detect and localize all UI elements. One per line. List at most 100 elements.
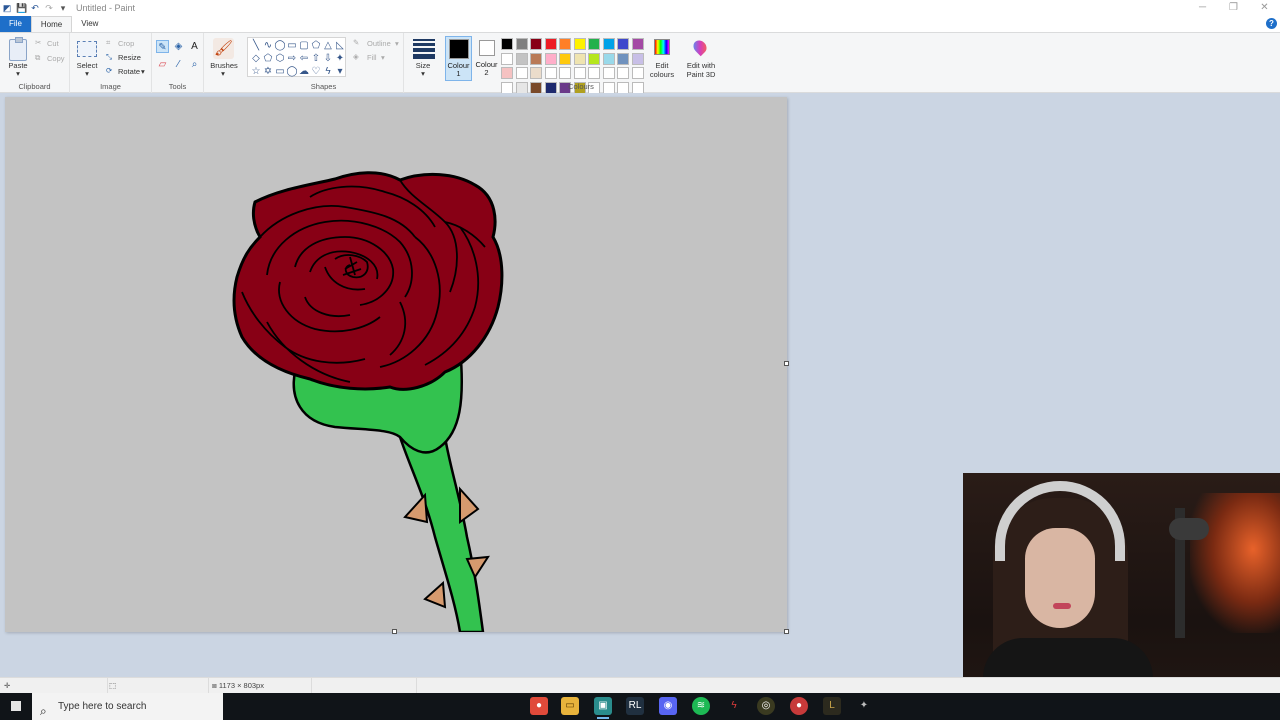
- file-explorer-icon[interactable]: ▭: [561, 697, 579, 715]
- palette-swatch[interactable]: [544, 67, 557, 79]
- taskbar-search[interactable]: ⌕ Type here to search: [32, 693, 223, 720]
- palette-swatch[interactable]: [501, 67, 513, 79]
- palette-swatch[interactable]: [631, 52, 644, 65]
- tab-file[interactable]: File: [0, 16, 31, 32]
- palette-swatch[interactable]: [602, 67, 615, 79]
- palette-swatch[interactable]: [559, 52, 571, 65]
- lightning-shape-icon[interactable]: ϟ: [322, 65, 334, 78]
- palette-swatch[interactable]: [617, 38, 629, 50]
- colour-1-selector[interactable]: Colour 1: [445, 36, 472, 81]
- palette-swatch[interactable]: [530, 52, 542, 65]
- polygon-shape-icon[interactable]: ⬠: [310, 39, 322, 52]
- palette-swatch[interactable]: [573, 38, 586, 50]
- rotate-icon[interactable]: ⟳: [106, 66, 112, 75]
- palette-swatch[interactable]: [602, 38, 615, 50]
- palette-swatch[interactable]: [559, 67, 571, 79]
- palette-swatch[interactable]: [530, 38, 542, 50]
- up-arrow-shape-icon[interactable]: ⇧: [310, 52, 322, 65]
- palette-swatch[interactable]: [501, 38, 513, 50]
- diamond-shape-icon[interactable]: ◇: [250, 52, 262, 65]
- tab-home[interactable]: Home: [30, 16, 73, 32]
- close-button[interactable]: ✕: [1249, 0, 1280, 16]
- palette-swatch[interactable]: [515, 38, 528, 50]
- pentagon-shape-icon[interactable]: ⬠: [262, 52, 274, 65]
- line-shape-icon[interactable]: ╲: [250, 39, 262, 52]
- down-arrow-shape-icon[interactable]: ⇩: [322, 52, 334, 65]
- callout-cloud-shape-icon[interactable]: ☁: [298, 65, 310, 78]
- undo-icon[interactable]: ↶: [30, 3, 40, 13]
- brush-icon[interactable]: 🖌: [213, 38, 234, 59]
- shapes-gallery[interactable]: ╲ ∿ ◯ ▭ ▢ ⬠ △ ◺ ◇ ⬠ ⬡ ⇨ ⇦ ⇧ ⇩ ✦ ☆ ✡ ▭ ◯ …: [247, 37, 346, 77]
- triangle-shape-icon[interactable]: △: [322, 39, 334, 52]
- palette-swatch[interactable]: [573, 67, 586, 79]
- league-icon[interactable]: L: [823, 697, 841, 715]
- oval-shape-icon[interactable]: ◯: [274, 39, 286, 52]
- paste-dropdown-icon[interactable]: ▾: [9, 69, 27, 78]
- tool-app-icon[interactable]: ✦: [855, 697, 873, 715]
- brushes-dropdown-icon[interactable]: ▾: [218, 69, 228, 78]
- eraser-icon[interactable]: ▱: [156, 58, 169, 71]
- shapes-scroll-icon[interactable]: ▾: [334, 65, 346, 78]
- size-dropdown-icon[interactable]: ▾: [418, 69, 428, 78]
- help-icon[interactable]: ?: [1266, 18, 1277, 29]
- drawing-canvas[interactable]: [5, 97, 787, 632]
- palette-swatch[interactable]: [559, 38, 571, 50]
- hexagon-shape-icon[interactable]: ⬡: [274, 52, 286, 65]
- canvas-resize-handle-right[interactable]: [784, 361, 789, 366]
- rl-app-icon[interactable]: RL: [626, 697, 644, 715]
- canvas-resize-handle-bottom[interactable]: [392, 629, 397, 634]
- rotate-button[interactable]: Rotate: [118, 67, 140, 76]
- palette-swatch[interactable]: [588, 38, 600, 50]
- palette-swatch[interactable]: [515, 67, 528, 79]
- fill-bucket-icon[interactable]: ◈: [172, 40, 185, 53]
- star-six-shape-icon[interactable]: ✡: [262, 65, 274, 78]
- start-button[interactable]: [0, 693, 32, 720]
- tab-view[interactable]: View: [72, 16, 107, 32]
- customize-toolbar-icon[interactable]: ▾: [58, 3, 68, 13]
- streaming-app-icon[interactable]: ϟ: [725, 697, 743, 715]
- callout-rect-shape-icon[interactable]: ▭: [274, 65, 286, 78]
- pencil-icon[interactable]: ✎: [156, 40, 169, 53]
- restore-button[interactable]: ❐: [1218, 0, 1249, 16]
- spotify-icon[interactable]: ≋: [692, 697, 710, 715]
- palette-swatch[interactable]: [501, 52, 513, 65]
- chrome-dev-icon[interactable]: ●: [790, 697, 808, 715]
- right-arrow-shape-icon[interactable]: ⇨: [286, 52, 298, 65]
- magnifier-icon[interactable]: ⌕: [188, 58, 201, 71]
- palette-swatch[interactable]: [631, 67, 644, 79]
- colour-2-selector[interactable]: Colour 2: [473, 36, 500, 81]
- size-icon[interactable]: [413, 39, 435, 59]
- right-triangle-shape-icon[interactable]: ◺: [334, 39, 346, 52]
- rotate-dropdown-icon[interactable]: ▾: [141, 67, 145, 76]
- redo-icon[interactable]: ↷: [44, 3, 54, 13]
- palette-swatch[interactable]: [530, 67, 542, 79]
- palette-swatch[interactable]: [617, 67, 629, 79]
- text-icon[interactable]: A: [188, 40, 201, 53]
- resize-icon[interactable]: ⤡: [106, 52, 112, 62]
- palette-swatch[interactable]: [515, 52, 528, 65]
- rectangle-shape-icon[interactable]: ▭: [286, 39, 298, 52]
- resize-button[interactable]: Resize: [118, 53, 141, 62]
- palette-swatch[interactable]: [544, 38, 557, 50]
- palette-swatch[interactable]: [588, 67, 600, 79]
- paint-taskbar-icon[interactable]: ▣: [594, 697, 612, 719]
- edit-with-paint3d-button[interactable]: Edit with Paint 3D: [681, 61, 721, 79]
- colour-picker-icon[interactable]: ⁄: [172, 58, 185, 71]
- palette-swatch[interactable]: [544, 52, 557, 65]
- select-dropdown-icon[interactable]: ▾: [82, 69, 92, 78]
- palette-swatch[interactable]: [631, 38, 644, 50]
- curve-shape-icon[interactable]: ∿: [262, 39, 274, 52]
- select-icon[interactable]: [77, 41, 97, 57]
- palette-swatch[interactable]: [588, 52, 600, 65]
- edit-colours-icon[interactable]: [654, 39, 670, 55]
- paste-icon[interactable]: [9, 37, 27, 61]
- game-app-icon[interactable]: ◎: [757, 697, 775, 715]
- edit-colours-button[interactable]: Edit colours: [647, 61, 677, 79]
- callout-oval-shape-icon[interactable]: ◯: [286, 65, 298, 78]
- palette-swatch[interactable]: [573, 52, 586, 65]
- minimize-button[interactable]: ─: [1187, 0, 1218, 16]
- star-four-shape-icon[interactable]: ✦: [334, 52, 346, 65]
- rounded-rectangle-shape-icon[interactable]: ▢: [298, 39, 310, 52]
- palette-swatch[interactable]: [602, 52, 615, 65]
- left-arrow-shape-icon[interactable]: ⇦: [298, 52, 310, 65]
